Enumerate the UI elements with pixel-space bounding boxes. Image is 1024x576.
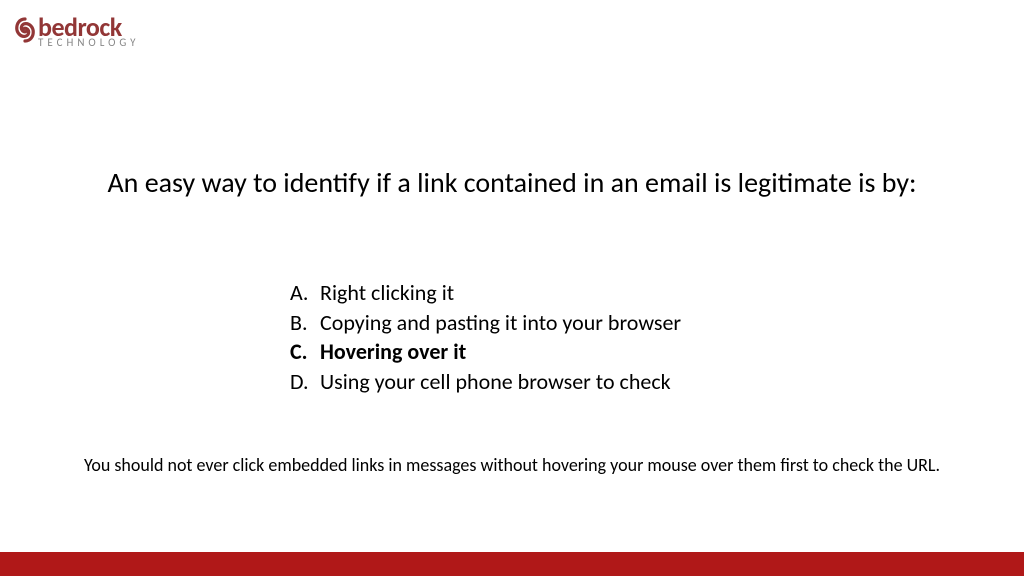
option-letter: B. (290, 308, 312, 338)
company-logo: bedrock TECHNOLOGY (14, 16, 140, 48)
footer-bar (0, 552, 1024, 576)
option-d: D. Using your cell phone browser to chec… (290, 367, 681, 397)
option-a: A. Right clicking it (290, 278, 681, 308)
option-text: Right clicking it (320, 278, 454, 308)
logo-swirl-icon (14, 16, 36, 44)
option-c: C. Hovering over it (290, 337, 681, 367)
logo-text: bedrock TECHNOLOGY (38, 16, 140, 48)
option-text: Using your cell phone browser to check (320, 367, 671, 397)
option-letter: A. (290, 278, 312, 308)
question-text: An easy way to identify if a link contai… (0, 165, 1024, 200)
option-letter: C. (290, 337, 312, 367)
logo-sub-text: TECHNOLOGY (38, 38, 140, 48)
option-letter: D. (290, 367, 312, 397)
options-list: A. Right clicking it B. Copying and past… (290, 278, 681, 397)
option-text: Hovering over it (320, 337, 466, 367)
explanation-text: You should not ever click embedded links… (0, 454, 1024, 476)
option-text: Copying and pasting it into your browser (320, 308, 681, 338)
option-b: B. Copying and pasting it into your brow… (290, 308, 681, 338)
